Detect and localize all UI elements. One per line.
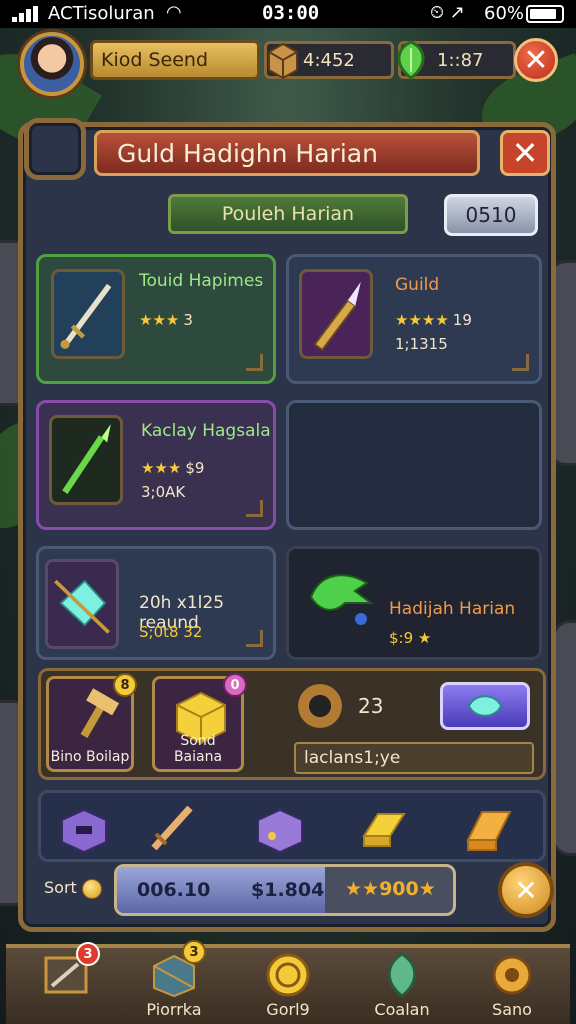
crate-count: 4:452 (303, 49, 355, 71)
confirm-button[interactable]: ✕ (498, 862, 554, 918)
corner-ornament (246, 500, 263, 517)
item-badge: 0 (223, 673, 247, 697)
crystal-icon (387, 952, 417, 998)
nav-label: Sano (492, 1000, 532, 1019)
progress-bar: 006.10 $1.804 ★★900★ (114, 864, 456, 916)
card-value: 3 (183, 311, 193, 329)
nav-label: Piorrka (146, 1000, 202, 1019)
alarm-icon: ⏲ ↗ (430, 2, 465, 23)
gold-ingot-icon[interactable] (462, 800, 518, 856)
leaf-icon (467, 695, 503, 717)
status-bar: ACTisoluran ◠ 03:00 ⏲ ↗ 60% (0, 0, 576, 28)
nav-badge: 3 (182, 940, 206, 964)
nav-item-clan[interactable]: Coalan (352, 948, 452, 1024)
nav-label: Coalan (374, 1000, 430, 1019)
card-sub: S;0t8 32 (139, 623, 203, 641)
gem-action-button[interactable] (440, 682, 530, 730)
corner-ornament (246, 354, 263, 371)
card-sub: 3;0AK (141, 483, 186, 501)
player-name-plate: Kiod Seend (90, 40, 260, 80)
nav-item-shop[interactable]: Sano (462, 948, 562, 1024)
hammer-icon (80, 688, 120, 739)
field-text: laclans1;ye (304, 748, 401, 768)
nav-item-forge[interactable]: 3 Piorrka (124, 940, 224, 1024)
sword-icon (51, 269, 125, 359)
empty-card-slot[interactable] (286, 400, 542, 530)
progress-value-2: $1.804 (251, 879, 325, 901)
nav-item-home[interactable]: 3 (16, 942, 116, 1024)
resource-gems[interactable]: 1::87 (397, 40, 516, 80)
corner-ornament (246, 630, 263, 647)
close-icon[interactable]: ✕ (514, 38, 558, 82)
purple-chest-icon[interactable] (56, 800, 112, 856)
top-bar: Kiod Seend 4:452 1::87 ✕ (14, 32, 566, 96)
purple-box-icon[interactable] (252, 800, 308, 856)
code-label: 0510 (465, 203, 517, 227)
close-panel-button[interactable]: ✕ (500, 130, 550, 176)
card-value: $:9 (389, 629, 414, 647)
crate-icon (268, 42, 298, 80)
card-stars: ★★★ 3 (139, 311, 193, 329)
panel-title-bar: Guld Hadighn Harian (94, 130, 480, 176)
green-dragon-icon (309, 574, 374, 625)
wifi-icon: ◠ (166, 2, 182, 23)
item-slot-2[interactable]: Sond Baiana 0 (152, 673, 247, 772)
reward-card[interactable]: Touid Hapimes ★★★ 3 (36, 254, 276, 384)
item-label: Sond Baiana (173, 733, 223, 765)
dagger-icon (299, 269, 373, 359)
reward-card[interactable]: 20h x1l25 reaund S;0t8 32 (36, 546, 276, 660)
subtitle-tab[interactable]: Pouleh Harian (168, 194, 408, 234)
panel-title: Guld Hadighn Harian (117, 138, 378, 168)
clock: 03:00 (262, 2, 320, 24)
nav-label: Gorl9 (266, 1000, 310, 1019)
leaf-gem-icon (397, 40, 425, 80)
card-name: Kaclay Hagsala (141, 421, 271, 441)
guild-avatar (24, 118, 86, 180)
item-slot-1[interactable]: Bino Boilap 8 (46, 673, 137, 772)
reward-card[interactable]: Guild ★★★★ 19 1;1315 (286, 254, 542, 384)
player-name: Kiod Seend (101, 49, 209, 71)
battery-percent: 60% (484, 3, 525, 24)
gold-label-text: Sort (44, 878, 77, 897)
gold-label: Sort (44, 878, 102, 899)
card-sub: 1;1315 (395, 335, 448, 353)
battery-icon (526, 5, 564, 23)
nav-badge: 3 (76, 942, 100, 966)
timer-icon (298, 684, 342, 728)
progress-stars: ★★900★ (345, 878, 436, 900)
gold-coin-icon (266, 953, 310, 997)
corner-ornament (512, 354, 529, 371)
card-name: Guild (395, 275, 440, 295)
gem-spear-icon (45, 559, 119, 649)
crystal-wand-icon (49, 415, 123, 505)
card-name: Touid Hapimes (139, 271, 264, 291)
resource-crates[interactable]: 4:452 (264, 41, 394, 80)
item-badge: 8 (113, 673, 137, 697)
player-avatar[interactable] (20, 32, 84, 96)
coin-icon (81, 878, 102, 899)
reward-card[interactable]: Hadijah Harian $:9 ★ (286, 546, 542, 660)
card-value: 19 (452, 311, 472, 329)
item-label: Bino Boilap (50, 749, 130, 765)
progress-value-1: 006.10 (137, 879, 211, 901)
card-name: Hadijah Harian (389, 599, 516, 619)
gold-bar-icon[interactable] (356, 800, 412, 856)
gem-count: 1::87 (437, 49, 484, 71)
carrier-name: ACTisoluran (48, 3, 155, 24)
gear-coin-icon (492, 955, 532, 995)
reward-card[interactable]: Kaclay Hagsala ★★★ $9 3;0AK (36, 400, 276, 530)
code-button[interactable]: 0510 (444, 194, 538, 236)
card-value: $9 (185, 459, 205, 477)
card-stars: ★★★ $9 (141, 459, 205, 477)
timer-value: 23 (358, 694, 384, 718)
nav-item-gold[interactable]: Gorl9 (238, 948, 338, 1024)
subtitle-label: Pouleh Harian (221, 203, 355, 225)
card-stars: ★★★★ 19 (395, 311, 472, 329)
name-field[interactable]: laclans1;ye (294, 742, 534, 774)
card-stars: $:9 ★ (389, 629, 432, 647)
sword-material-icon[interactable] (144, 800, 200, 856)
signal-icon (12, 6, 40, 22)
